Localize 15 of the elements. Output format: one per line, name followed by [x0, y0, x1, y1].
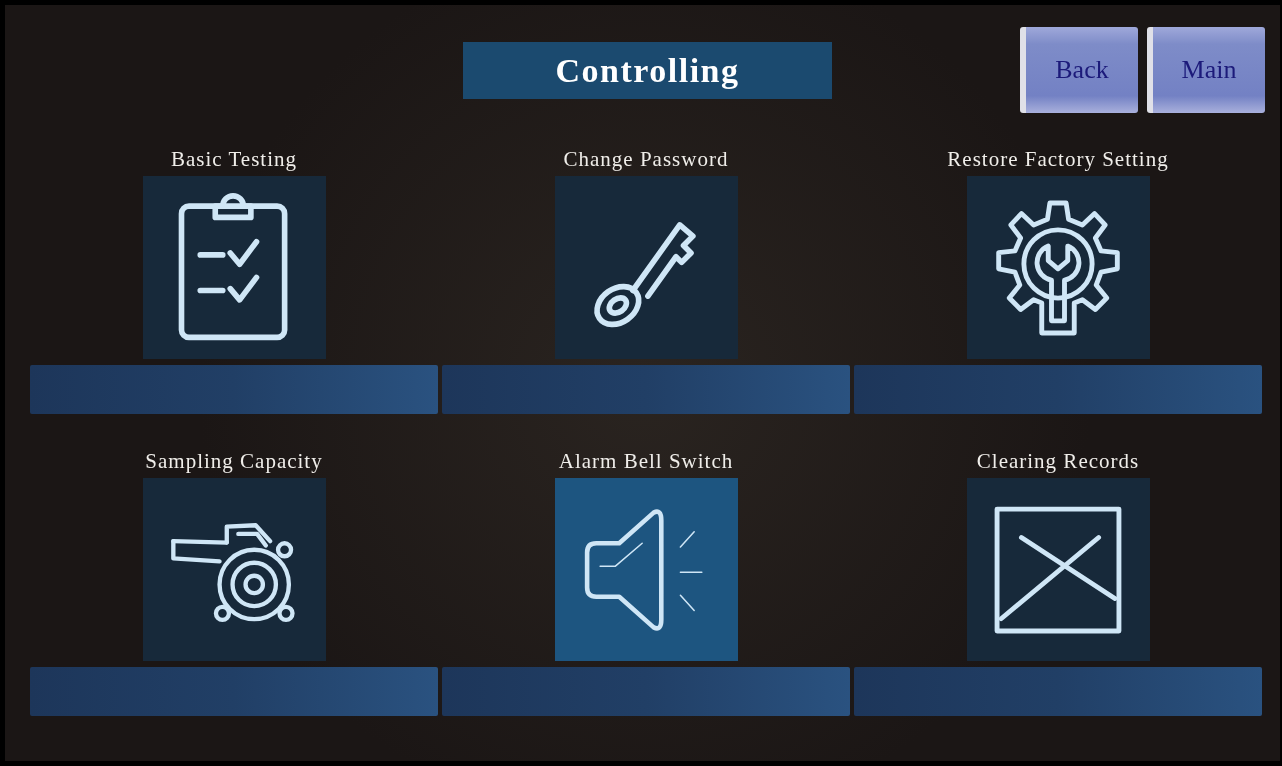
function-tile[interactable]	[142, 478, 326, 661]
function-tile[interactable]	[966, 478, 1150, 661]
function-label: Basic Testing	[170, 146, 298, 172]
function-tile[interactable]	[554, 478, 738, 661]
nav-button[interactable]: Back	[1020, 27, 1138, 113]
function-label: Restore Factory Setting	[947, 146, 1169, 172]
function-label: Change Password	[563, 146, 729, 172]
function-tile[interactable]	[966, 176, 1150, 359]
function-tile[interactable]	[554, 176, 738, 359]
function-tile[interactable]	[142, 176, 326, 359]
screen-title: Controlling	[463, 41, 832, 99]
function-label: Clearing Records	[976, 448, 1140, 474]
function-label: Alarm Bell Switch	[558, 448, 734, 474]
nav-button[interactable]: Main	[1147, 27, 1265, 113]
function-label: Sampling Capacity	[145, 448, 323, 474]
